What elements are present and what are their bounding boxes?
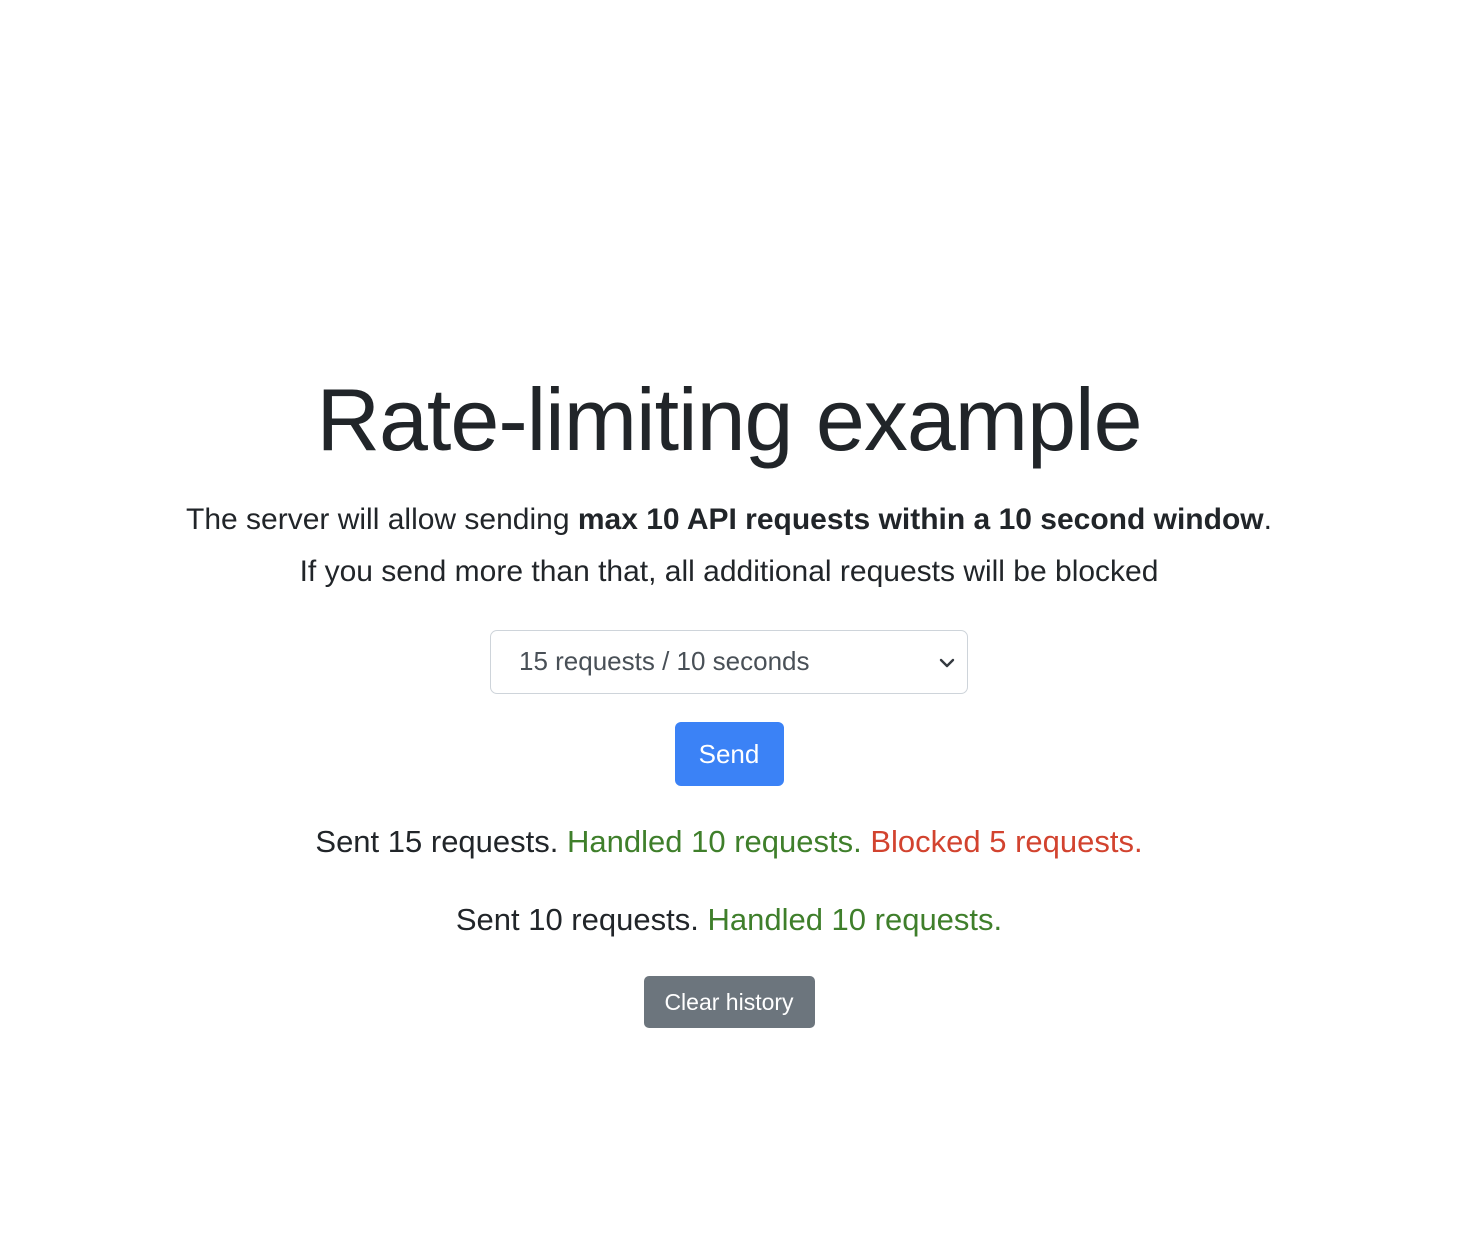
description-suffix: .: [1263, 503, 1272, 536]
description: The server will allow sending max 10 API…: [0, 494, 1458, 598]
rate-select-wrapper: 15 requests / 10 seconds: [490, 630, 968, 694]
rate-select-value: 15 requests / 10 seconds: [519, 646, 810, 676]
history-list: Sent 15 requests. Handled 10 requests. B…: [0, 820, 1458, 942]
history-blocked: Blocked 5 requests.: [870, 824, 1143, 859]
history-item: Sent 15 requests. Handled 10 requests. B…: [0, 820, 1458, 864]
description-line2: If you send more than that, all addition…: [299, 555, 1159, 588]
history-sent: Sent 10 requests.: [455, 902, 699, 937]
history-handled: Handled 10 requests.: [707, 902, 1003, 937]
history-item: Sent 10 requests. Handled 10 requests.: [0, 898, 1458, 942]
history-handled: Handled 10 requests.: [567, 824, 862, 859]
main-container: Rate-limiting example The server will al…: [0, 370, 1458, 1028]
clear-history-button[interactable]: Clear history: [643, 976, 815, 1028]
description-prefix: The server will allow sending: [186, 503, 578, 536]
chevron-down-icon: [939, 658, 955, 668]
description-highlight: max 10 API requests within a 10 second w…: [577, 503, 1264, 536]
description-line1: The server will allow sending max 10 API…: [186, 503, 1272, 536]
page-title: Rate-limiting example: [316, 370, 1142, 469]
rate-select[interactable]: 15 requests / 10 seconds: [490, 630, 968, 694]
send-button[interactable]: Send: [674, 722, 784, 786]
history-sent: Sent 15 requests.: [315, 824, 559, 859]
